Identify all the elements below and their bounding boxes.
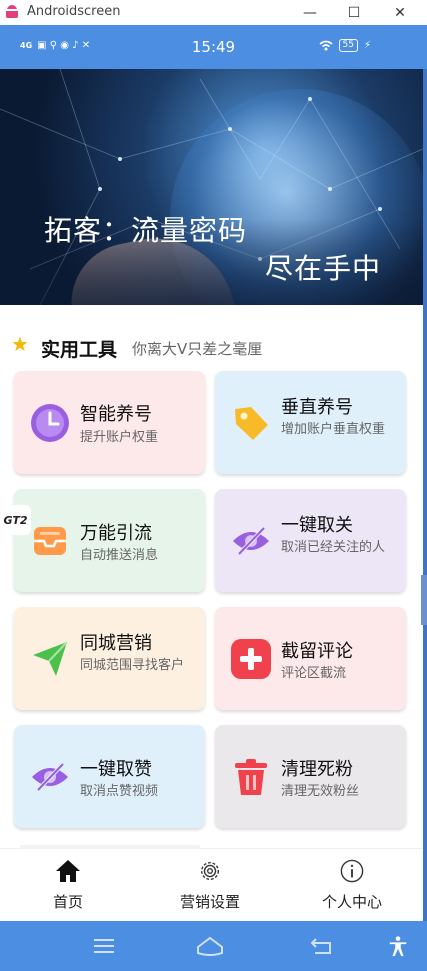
nav-label: 首页 <box>52 893 83 911</box>
settings-icon <box>201 862 219 880</box>
card-local-marketing[interactable]: 同城营销 同城范围寻找客户 <box>14 607 205 710</box>
menu-icon[interactable] <box>92 935 116 957</box>
section-title: 实用工具 <box>41 339 118 361</box>
card-title: 一键取关 <box>281 515 353 536</box>
home-nav-icon[interactable] <box>196 935 224 957</box>
card-title: 智能养号 <box>80 404 152 425</box>
android-nav-bar <box>0 921 427 971</box>
inbox-icon <box>30 521 70 561</box>
card-title: 同城营销 <box>80 633 152 654</box>
card-desc: 清理无效粉丝 <box>281 784 360 799</box>
card-desc: 提升账户权重 <box>80 430 159 445</box>
clock-icon <box>30 403 70 443</box>
banner-line1: 拓客：流量密码 <box>44 214 248 247</box>
card-desc: 取消点赞视频 <box>80 784 159 799</box>
scroll-peek <box>20 845 200 849</box>
send-icon <box>30 639 70 679</box>
right-edge-bar <box>423 69 427 921</box>
nav-home[interactable]: 首页 <box>38 859 98 912</box>
card-desc: 同城范围寻找客户 <box>80 658 185 673</box>
card-title: 截留评论 <box>281 641 353 662</box>
right-edge-handle[interactable] <box>421 575 427 625</box>
info-icon <box>340 859 364 883</box>
nav-profile[interactable]: 个人中心 <box>312 859 392 912</box>
card-title: 万能引流 <box>80 523 152 544</box>
card-desc: 评论区截流 <box>281 666 347 681</box>
back-icon[interactable] <box>310 935 334 957</box>
card-title: 清理死粉 <box>281 759 353 780</box>
window-title-bar: Androidscreen — ☐ ✕ <box>0 0 427 25</box>
card-title: 垂直养号 <box>281 397 353 418</box>
card-unfollow[interactable]: 一键取关 取消已经关注的人 <box>215 489 406 592</box>
minimize-button[interactable]: — <box>287 0 333 25</box>
status-icons-right: 55 ⚡ <box>319 39 371 52</box>
eye-off-icon <box>30 757 70 797</box>
nav-marketing-settings[interactable]: 营销设置 <box>170 859 250 912</box>
banner[interactable]: 拓客：流量密码 尽在手中 <box>0 69 423 305</box>
nav-label: 个人中心 <box>321 893 382 911</box>
status-bar: 4G ▣ ⚲ ◉ ♪ ✕ 15:49 55 ⚡ <box>0 25 427 69</box>
maximize-button[interactable]: ☐ <box>331 0 377 25</box>
card-clean-dead-fans[interactable]: 清理死粉 清理无效粉丝 <box>215 725 406 828</box>
tag-icon <box>231 403 271 443</box>
battery-icon: 55 <box>338 39 358 52</box>
card-desc: 自动推送消息 <box>80 548 159 563</box>
card-universal-traffic[interactable]: 万能引流 自动推送消息 <box>14 489 205 592</box>
plus-square-icon <box>231 639 271 679</box>
trash-icon <box>231 757 271 797</box>
wifi-icon <box>319 40 333 51</box>
floating-side-tab[interactable]: GT2 <box>0 505 31 535</box>
banner-line2: 尽在手中 <box>265 252 382 285</box>
accessibility-icon[interactable] <box>386 935 410 957</box>
charging-icon: ⚡ <box>363 40 371 51</box>
home-icon <box>56 860 80 882</box>
tools-section-header: ★ 实用工具 你离大V只差之毫厘 <box>0 305 423 365</box>
close-button[interactable]: ✕ <box>377 0 423 25</box>
nav-label: 营销设置 <box>179 893 240 911</box>
card-desc: 取消已经关注的人 <box>281 540 386 555</box>
eye-off-icon <box>231 521 271 561</box>
card-smart-nurture[interactable]: 智能养号 提升账户权重 <box>14 371 205 474</box>
app-frame: Androidscreen — ☐ ✕ 4G ▣ ⚲ ◉ ♪ ✕ 15:49 5… <box>0 0 427 971</box>
card-title: 一键取赞 <box>80 759 152 780</box>
star-icon: ★ <box>11 332 29 356</box>
card-vertical-nurture[interactable]: 垂直养号 增加账户垂直权重 <box>215 371 406 474</box>
android-app-icon <box>6 5 18 18</box>
card-unlike[interactable]: 一键取赞 取消点赞视频 <box>14 725 205 828</box>
window-title: Androidscreen <box>27 4 121 19</box>
section-subtitle: 你离大V只差之毫厘 <box>132 340 263 358</box>
card-desc: 增加账户垂直权重 <box>281 422 386 437</box>
bottom-nav: 首页 营销设置 个人中心 <box>0 845 423 921</box>
card-intercept-comments[interactable]: 截留评论 评论区截流 <box>215 607 406 710</box>
